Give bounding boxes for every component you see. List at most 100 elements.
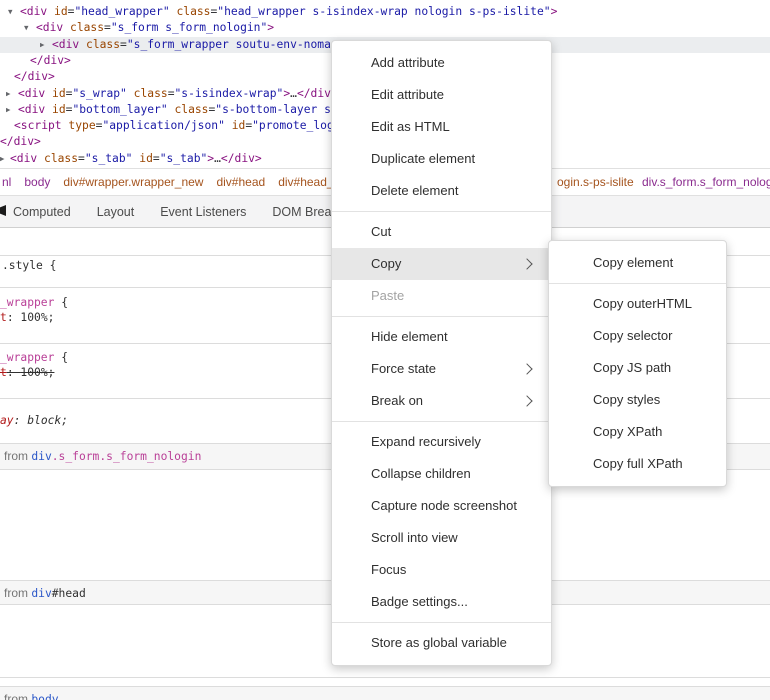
collapse-arrow-icon[interactable]: ▼ [24, 20, 29, 36]
code-text: </div> [14, 69, 55, 85]
text-segment[interactable]: #head [52, 587, 86, 600]
menu-item-label: Copy outerHTML [593, 296, 692, 311]
expand-arrow-icon[interactable]: ▶ [6, 86, 11, 102]
text-segment: div#head [216, 175, 265, 189]
copy-submenu-item-copy-styles[interactable]: Copy styles [549, 384, 726, 416]
tab-computed[interactable]: Computed [0, 205, 84, 219]
text-segment: : [14, 414, 28, 427]
code-text: <div class="s_form_wrapper soutu-env-nom… [52, 37, 345, 53]
text-segment[interactable]: body [31, 693, 58, 700]
copy-submenu-item-copy-element[interactable]: Copy element [549, 247, 726, 279]
context-menu-item-scroll-into-view[interactable]: Scroll into view [332, 522, 551, 554]
menu-item-label: Paste [371, 288, 404, 303]
tab-event-listeners[interactable]: Event Listeners [147, 205, 259, 219]
menu-item-label: Copy selector [593, 328, 672, 343]
breadcrumb-item[interactable]: div.s_form.s_form_nologin [642, 169, 770, 195]
text-segment: class [44, 152, 78, 165]
menu-item-label: Copy element [593, 255, 673, 270]
code-text: </div> [30, 53, 71, 69]
text-segment: <div [18, 87, 52, 100]
text-segment: = [153, 152, 160, 165]
context-menu-item-focus[interactable]: Focus [332, 554, 551, 586]
context-menu-item-force-state[interactable]: Force state [332, 353, 551, 385]
breadcrumb-item[interactable]: ogin.s-ps-islite [557, 169, 634, 195]
breadcrumb-item[interactable]: body [24, 175, 50, 189]
context-menu-item-break-on[interactable]: Break on [332, 385, 551, 417]
text-segment: "bottom_layer" [72, 103, 167, 116]
text-segment: <div [18, 103, 52, 116]
text-segment: { [54, 351, 68, 364]
code-text: <div id="bottom_layer" class="s-bottom-l… [18, 102, 338, 118]
context-menu-item-hide-element[interactable]: Hide element [332, 321, 551, 353]
context-menu-item-copy[interactable]: Copy [332, 248, 551, 280]
text-segment: div#wrapper.wrapper_new [63, 175, 203, 189]
text-segment[interactable]: .s_form.s_form_nologin [52, 450, 202, 463]
text-segment [225, 119, 232, 132]
menu-item-label: Scroll into view [371, 530, 458, 545]
css-rule-line[interactable]: t: 100%; [0, 365, 54, 380]
breadcrumb-item[interactable]: div#head [216, 175, 265, 189]
copy-submenu-item-copy-js-path[interactable]: Copy JS path [549, 352, 726, 384]
expand-arrow-icon[interactable]: ▶ [0, 151, 5, 167]
context-menu-item-expand-recursively[interactable]: Expand recursively [332, 426, 551, 458]
text-segment: "s_wrap" [72, 87, 126, 100]
text-segment: id [232, 119, 246, 132]
css-rule-line[interactable]: _wrapper { [0, 350, 68, 365]
dom-tree-node[interactable]: ▼<div class="s_form s_form_nologin"> [0, 20, 770, 36]
section-divider [0, 677, 770, 678]
text-segment: "s_form_wrapper soutu-env-nomac [127, 38, 345, 51]
copy-submenu: Copy element Copy outerHTML Copy selector C… [548, 240, 727, 487]
context-menu-item-delete-element[interactable]: Delete element [332, 175, 551, 207]
text-segment: block; [27, 414, 68, 427]
context-menu-item-capture-node-screenshot[interactable]: Capture node screenshot [332, 490, 551, 522]
submenu-chevron-icon [521, 395, 532, 406]
breadcrumb-item[interactable]: nl [2, 175, 11, 189]
text-segment: id [139, 152, 153, 165]
text-segment: from [4, 449, 31, 463]
context-menu-item-edit-as-html[interactable]: Edit as HTML [332, 111, 551, 143]
copy-submenu-item-copy-full-xpath[interactable]: Copy full XPath [549, 448, 726, 480]
text-segment: <div [20, 5, 54, 18]
copy-submenu-item-copy-xpath[interactable]: Copy XPath [549, 416, 726, 448]
text-segment: 100%; [20, 311, 54, 324]
menu-separator [332, 211, 551, 212]
context-menu-item-edit-attribute[interactable]: Edit attribute [332, 79, 551, 111]
context-menu-item-cut[interactable]: Cut [332, 216, 551, 248]
collapse-arrow-icon[interactable]: ▼ [8, 4, 13, 20]
css-rule-line[interactable]: t: 100%; [0, 310, 54, 325]
tab-layout[interactable]: Layout [84, 205, 148, 219]
context-menu-item-collapse-children[interactable]: Collapse children [332, 458, 551, 490]
context-menu-item-badge-settings[interactable]: Badge settings... [332, 586, 551, 618]
text-segment: <script [14, 119, 68, 132]
text-segment: <div [10, 152, 44, 165]
menu-item-label: Expand recursively [371, 434, 481, 449]
code-text: <script type="application/json" id="prom… [14, 118, 341, 134]
css-rule-line[interactable]: .style { [2, 258, 56, 273]
text-segment: = [78, 152, 85, 165]
context-menu-item-duplicate-element[interactable]: Duplicate element [332, 143, 551, 175]
text-segment: id [52, 103, 66, 116]
text-segment: : [7, 311, 21, 324]
copy-submenu-item-copy-outerhtml[interactable]: Copy outerHTML [549, 288, 726, 320]
copy-submenu-item-copy-selector[interactable]: Copy selector [549, 320, 726, 352]
context-menu-item-store-as-global-variable[interactable]: Store as global variable [332, 627, 551, 659]
text-segment: <div [52, 38, 86, 51]
dom-tree-node[interactable]: ▼<div id="head_wrapper" class="head_wrap… [0, 4, 770, 20]
text-segment[interactable]: div [31, 587, 51, 600]
menu-separator [332, 622, 551, 623]
text-segment[interactable]: div [31, 450, 51, 463]
menu-separator [332, 316, 551, 317]
breadcrumb-item[interactable]: div#wrapper.wrapper_new [63, 175, 203, 189]
css-rule-line[interactable]: _wrapper { [0, 295, 68, 310]
menu-item-label: Badge settings... [371, 594, 468, 609]
text-segment: > [267, 21, 274, 34]
text-segment: … [290, 87, 297, 100]
text-segment: = [104, 21, 111, 34]
text-segment: .style [2, 259, 43, 272]
expand-arrow-icon[interactable]: ▶ [6, 102, 11, 118]
css-rule-line[interactable]: ay: block; [0, 413, 68, 428]
context-menu-item-add-attribute[interactable]: Add attribute [332, 47, 551, 79]
text-segment: { [54, 296, 68, 309]
expand-arrow-icon[interactable]: ▶ [40, 37, 45, 53]
text-segment: div.s_form.s_form_nologin [642, 175, 770, 189]
